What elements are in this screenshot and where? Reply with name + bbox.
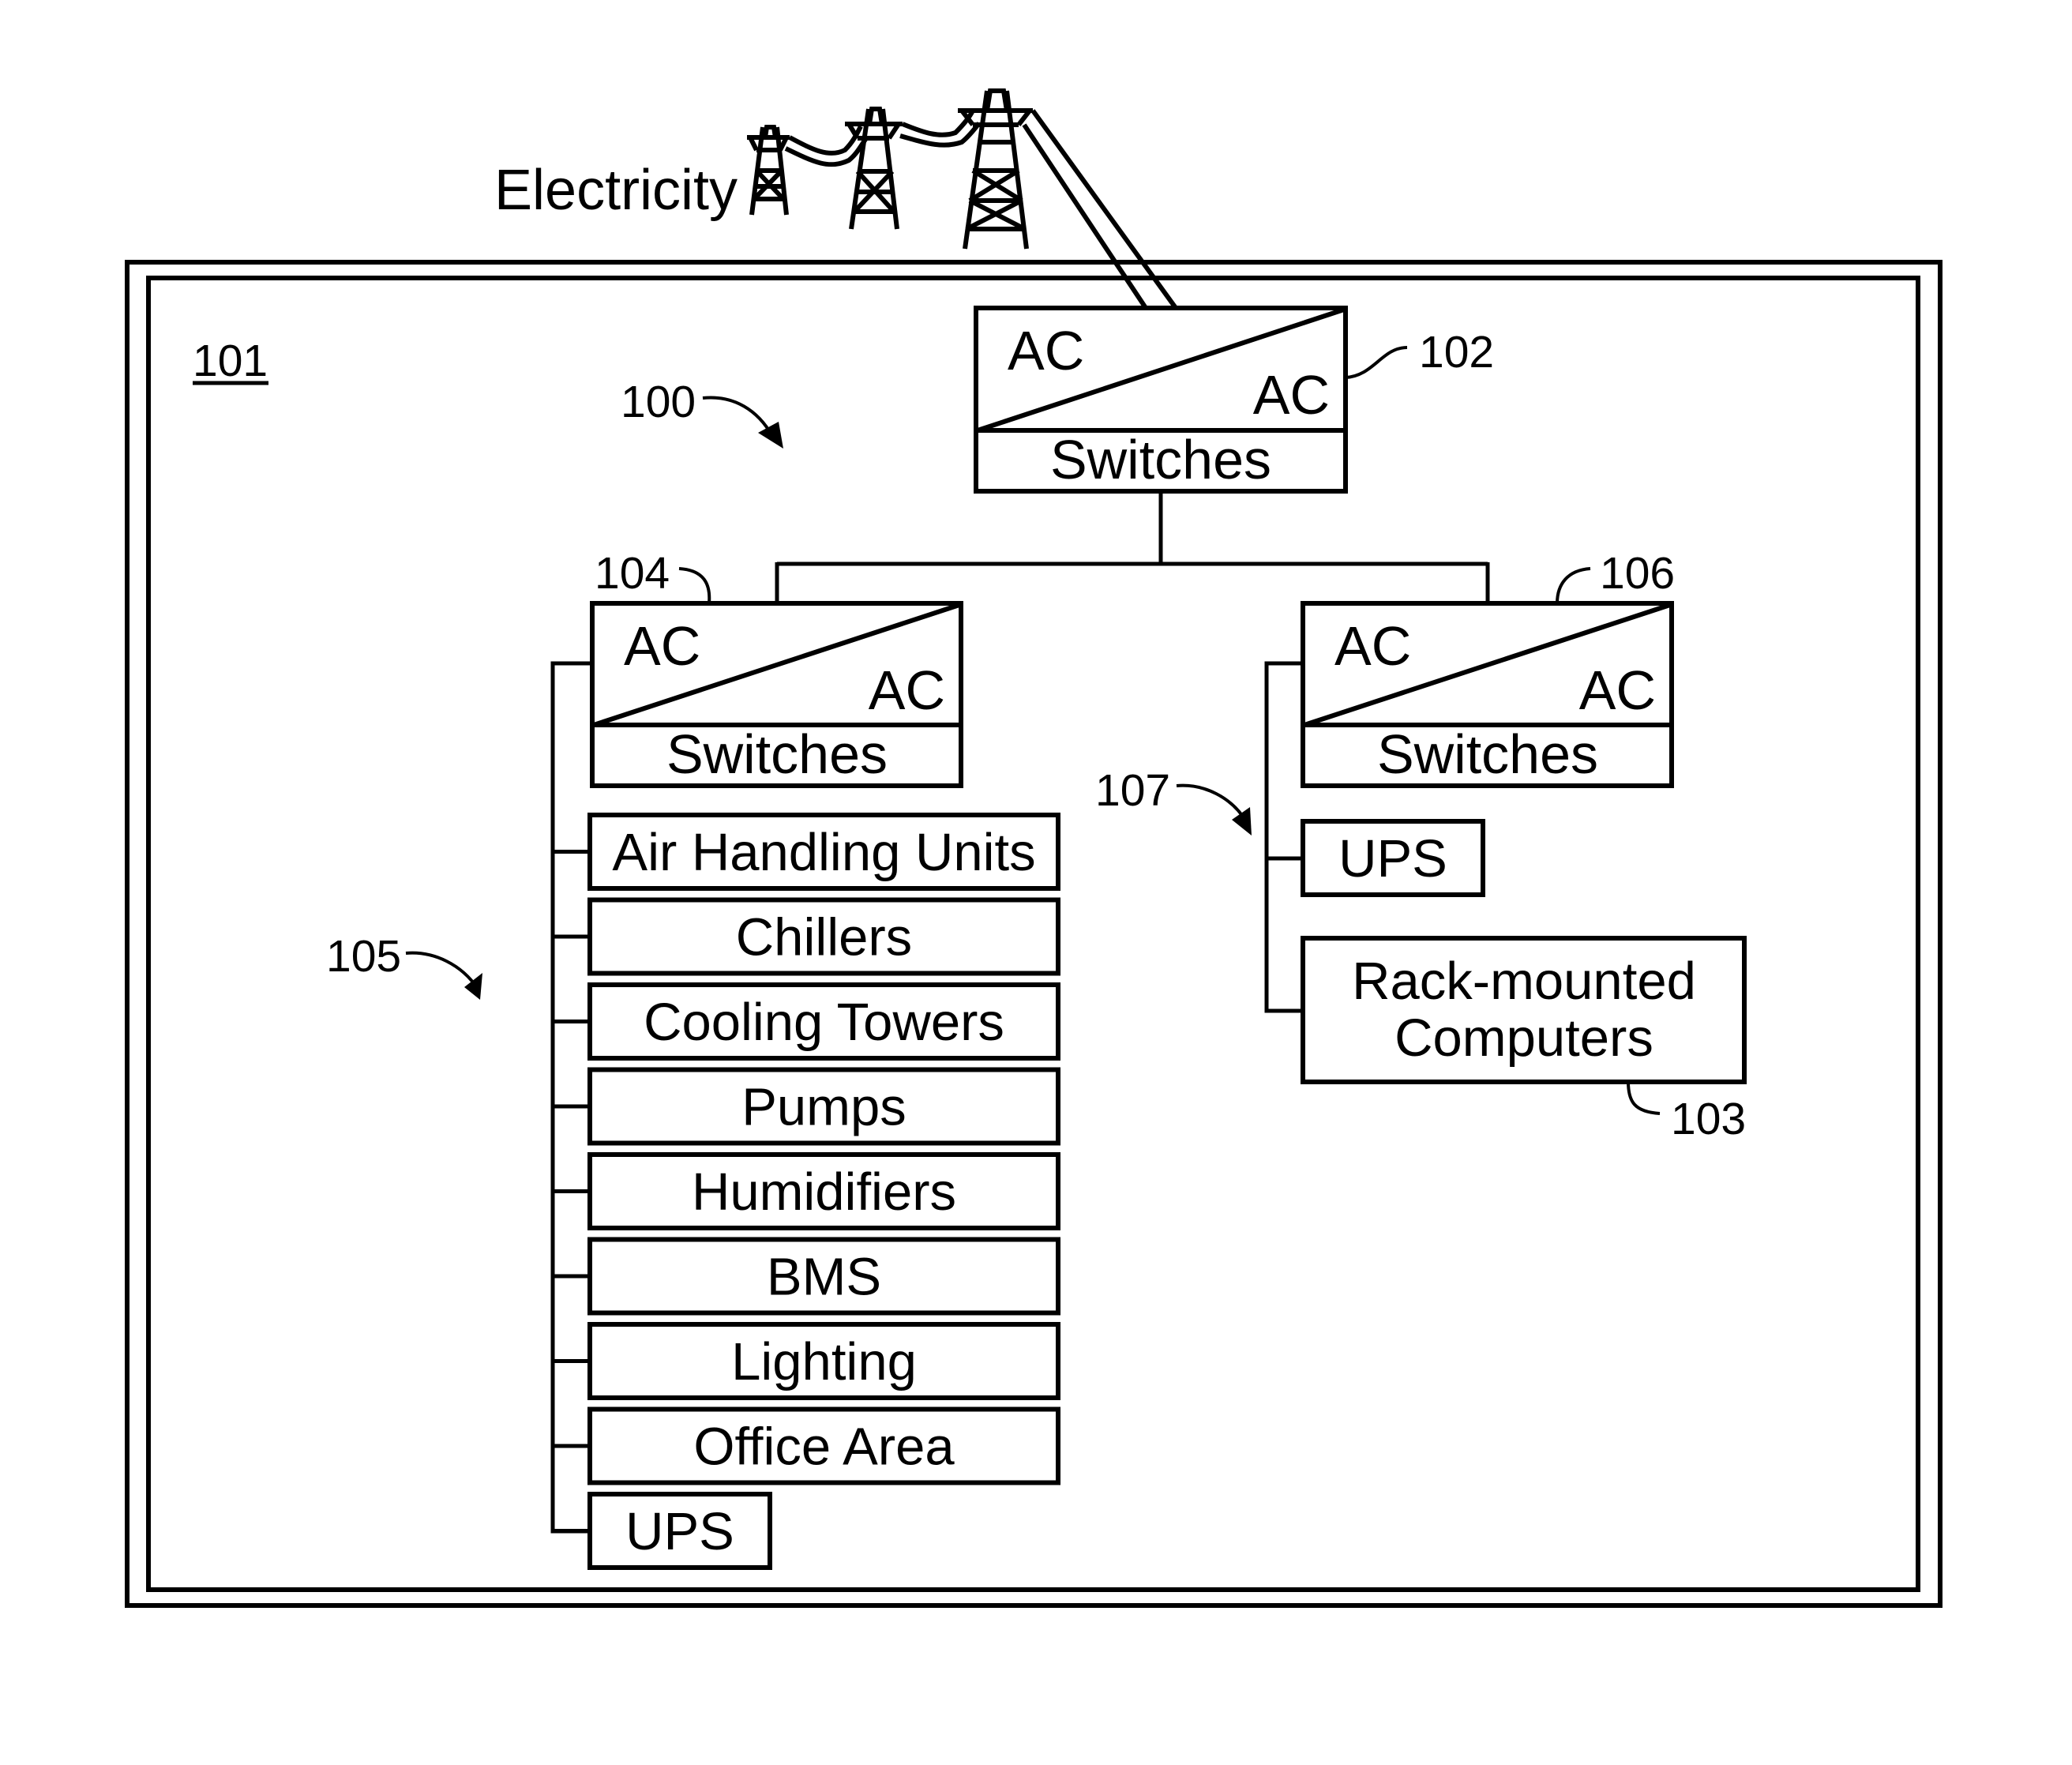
tower-small-icon [747,125,790,216]
load-label: Office Area [693,1418,955,1477]
load-item: Pumps [553,1067,1060,1146]
load-item: Lighting [553,1322,1060,1400]
left-switchgear: AC AC Switches [590,601,963,788]
right-ref-label: 106 [1600,548,1675,599]
load-label: BMS [767,1248,881,1307]
right-load-bus [1264,661,1303,1013]
right-ups-label: UPS [1338,829,1447,888]
main-input-label: AC [1008,320,1084,381]
left-ref-leader [678,567,711,604]
power-distribution-diagram: Electricity 101 100 AC AC Switches 102 A… [125,88,1942,1608]
it-group-ref-label: 107 [1095,765,1170,816]
computers-ref-label: 103 [1671,1094,1746,1144]
transmission-towers-icon [747,88,1178,310]
system-ref-arrow-icon [702,396,783,449]
load-label: Humidifiers [692,1162,956,1222]
load-item: Office Area [553,1406,1060,1485]
left-switches-caption: Switches [666,723,888,785]
left-load-bus [550,661,592,1534]
main-ref-label: 102 [1419,327,1494,377]
main-ref-leader [1345,346,1408,379]
right-output-label: AC [1579,659,1656,721]
right-switchgear: AC AC Switches [1301,601,1674,788]
load-item: Humidifiers [553,1152,1060,1230]
load-item: BMS [553,1237,1060,1316]
tower-medium-icon [845,107,903,230]
load-item: Cooling Towers [553,982,1060,1061]
main-switches-caption: Switches [1050,429,1271,490]
load-label: UPS [625,1502,734,1561]
left-input-label: AC [624,615,700,677]
load-label: Chillers [736,908,912,967]
electricity-label: Electricity [494,159,738,222]
left-load-list: Air Handling Units Chillers Cooling Towers… [553,813,1060,1570]
computers-ref-leader [1627,1081,1661,1115]
left-output-label: AC [869,659,945,721]
load-label: Lighting [731,1332,917,1391]
rack-computers-box: Rack-mounted Computers [1301,936,1747,1084]
load-group-ref-label: 105 [326,931,401,982]
load-label: Air Handling Units [612,823,1035,882]
load-item: Chillers [553,897,1060,976]
left-ref-label: 104 [595,548,670,599]
rack-computers-label-line1: Rack-mounted [1352,952,1696,1011]
load-item: Air Handling Units [553,813,1060,891]
main-switchgear: AC AC Switches [974,306,1348,494]
trunk-wiring [775,491,1490,603]
facility-ref-label: 101 [193,336,268,386]
rack-computers-label-line2: Computers [1394,1008,1653,1068]
load-label: Pumps [741,1078,906,1137]
load-group-ref-arrow-icon [405,951,482,1000]
right-switches-caption: Switches [1377,723,1598,785]
it-group-ref-arrow-icon [1176,783,1252,836]
main-output-label: AC [1253,364,1330,426]
load-label: Cooling Towers [644,993,1004,1052]
right-ups-box: UPS [1301,819,1485,897]
right-ref-leader [1556,567,1591,604]
load-item: UPS [553,1492,772,1570]
system-ref-label: 100 [621,377,696,427]
right-input-label: AC [1334,615,1411,677]
